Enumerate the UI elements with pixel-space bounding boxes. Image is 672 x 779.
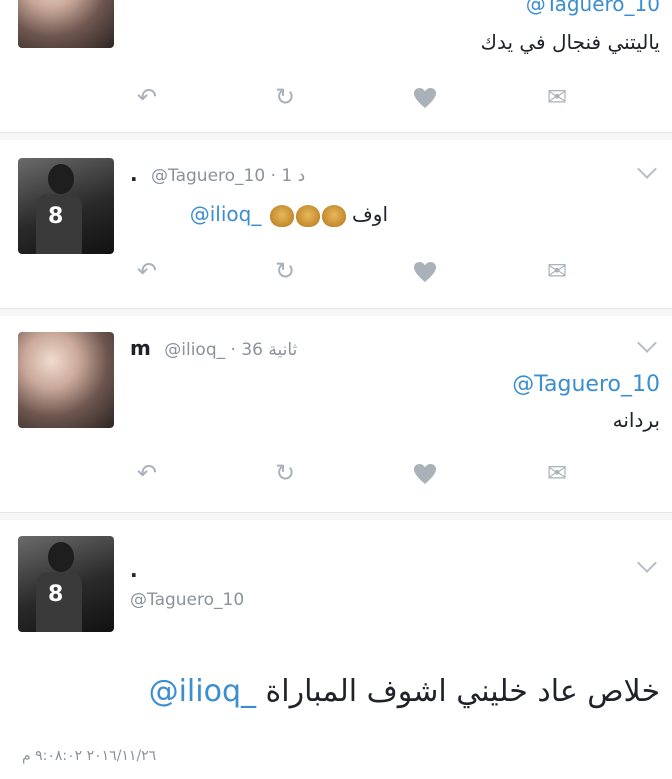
tweet-meta: .: [130, 558, 146, 582]
tweet-handle[interactable]: @ilioq_: [164, 340, 225, 360]
display-name[interactable]: .: [130, 162, 138, 186]
avatar[interactable]: 8: [18, 158, 114, 254]
reply-icon[interactable]: ↶: [132, 82, 162, 112]
tweet-body: خلاص عاد خليني اشوف المباراة @ilioq_: [149, 674, 660, 709]
tweet-handle[interactable]: @Taguero_10: [130, 590, 244, 610]
tweet-meta: . @Taguero_10 · 1 د: [130, 162, 306, 186]
tweet-handle[interactable]: @Taguero_10: [526, 0, 660, 16]
heart-icon[interactable]: [410, 82, 440, 112]
tweet-text: اوف: [352, 202, 388, 226]
mention-link[interactable]: @ilioq_: [149, 674, 256, 709]
avatar[interactable]: [18, 0, 114, 48]
reply-icon[interactable]: ↶: [132, 458, 162, 488]
display-name[interactable]: .: [130, 558, 138, 582]
tweet-card[interactable]: @Taguero_10 ياليتني فنجال في يدك ↶ ↻ ✉: [0, 0, 672, 133]
message-icon[interactable]: ✉: [542, 458, 572, 488]
tweet-handle[interactable]: @Taguero_10: [151, 166, 265, 186]
reply-icon[interactable]: ↶: [132, 256, 162, 286]
emoji-icon: [321, 204, 346, 227]
chevron-down-icon[interactable]: [637, 553, 657, 573]
chevron-down-icon[interactable]: [637, 333, 657, 353]
avatar[interactable]: [18, 332, 114, 428]
retweet-icon[interactable]: ↻: [270, 256, 300, 286]
display-name[interactable]: m: [130, 336, 151, 360]
tweet-card[interactable]: 8 . @Taguero_10 · 1 د اوف @ilioq_ ↶ ↻ ✉: [0, 140, 672, 309]
tweet-text: خلاص عاد خليني اشوف المباراة: [265, 674, 660, 709]
tweet-time: 1 د: [281, 166, 306, 186]
mention-link[interactable]: @Taguero_10: [512, 372, 660, 397]
tweet-timestamp: ٢٠١٦/١١/٢٦ ٩:٠٨:٠٢ م: [22, 748, 157, 764]
tweet-time: 36 ثانية: [241, 340, 298, 360]
tweet-text: بردانه: [612, 408, 660, 432]
tweet-actions: ↶ ↻ ✉: [132, 458, 592, 488]
retweet-icon[interactable]: ↻: [270, 458, 300, 488]
emoji-icon: [295, 204, 320, 227]
emoji-icon: [269, 204, 294, 227]
tweet-actions: ↶ ↻ ✉: [132, 256, 592, 286]
tweet-body: اوف @ilioq_: [190, 202, 388, 227]
tweet-card[interactable]: m @ilioq_ · 36 ثانية @Taguero_10 بردانه …: [0, 316, 672, 513]
tweet-text: ياليتني فنجال في يدك: [480, 30, 660, 54]
mention-link[interactable]: @ilioq_: [190, 202, 262, 226]
retweet-icon[interactable]: ↻: [270, 82, 300, 112]
heart-icon[interactable]: [410, 256, 440, 286]
tweet-detail: 8 . @Taguero_10 خلاص عاد خليني اشوف المب…: [0, 520, 672, 779]
message-icon[interactable]: ✉: [542, 82, 572, 112]
chevron-down-icon[interactable]: [637, 159, 657, 179]
tweet-meta: m @ilioq_ · 36 ثانية: [130, 336, 298, 360]
tweet-timeline: @Taguero_10 ياليتني فنجال في يدك ↶ ↻ ✉ 8…: [0, 0, 672, 779]
avatar[interactable]: 8: [18, 536, 114, 632]
message-icon[interactable]: ✉: [542, 256, 572, 286]
heart-icon[interactable]: [410, 458, 440, 488]
tweet-actions: ↶ ↻ ✉: [132, 82, 592, 112]
